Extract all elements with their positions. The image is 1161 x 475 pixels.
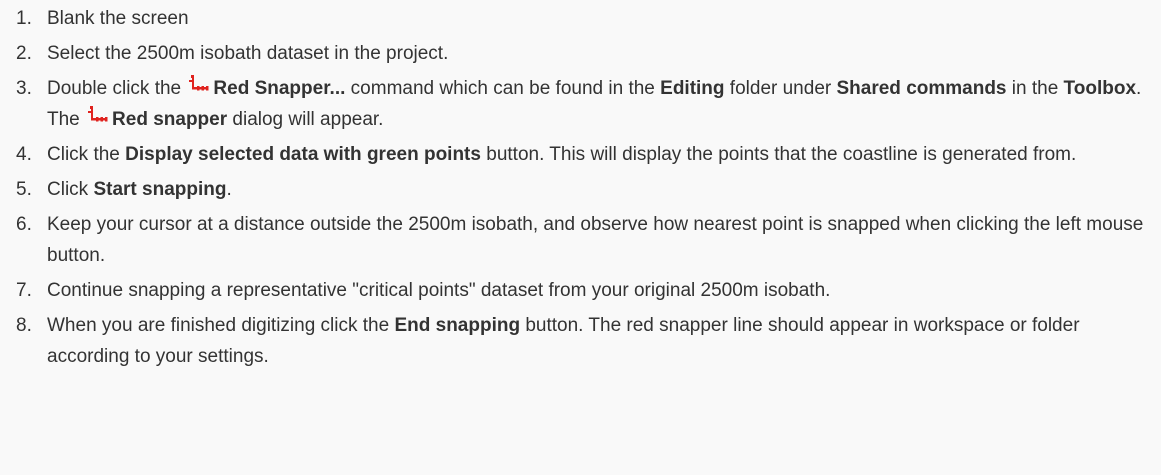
folder-name: Editing <box>660 78 725 99</box>
step-3: 3. Double click the Red Snapper... comma… <box>16 73 1156 135</box>
step-text: Click the Display selected data with gre… <box>47 139 1156 170</box>
step-number: 7. <box>16 280 32 301</box>
step-number: 2. <box>16 43 32 64</box>
step-8: 8. When you are finished digitizing clic… <box>16 310 1156 372</box>
text-segment: Click <box>47 179 94 200</box>
step-number: 3. <box>16 78 32 99</box>
step-text: Blank the screen <box>47 8 189 29</box>
step-text: Select the 2500m isobath dataset in the … <box>47 43 449 64</box>
dialog-name: Red snapper <box>112 109 228 130</box>
step-text: Double click the Red Snapper... command … <box>47 73 1156 135</box>
step-number: 4. <box>16 144 32 165</box>
step-number: 1. <box>16 8 32 29</box>
command-name: Red Snapper... <box>213 78 346 99</box>
step-text: Keep your cursor at a distance outside t… <box>47 214 1144 266</box>
text-segment: folder under <box>724 78 837 99</box>
button-name: Start snapping <box>93 179 227 200</box>
instruction-steps: 1. Blank the screen 2. Select the 2500m … <box>16 3 1156 376</box>
text-segment: dialog will appear. <box>227 109 384 130</box>
step-1: 1. Blank the screen <box>16 3 1156 34</box>
button-name: End snapping <box>394 315 521 336</box>
button-name: Display selected data with green points <box>125 144 481 165</box>
red-snapper-icon <box>189 75 209 91</box>
step-number: 5. <box>16 179 32 200</box>
text-segment: Double click the <box>47 78 187 99</box>
text-segment: . <box>226 179 232 200</box>
text-segment: button. This will display the points tha… <box>480 144 1077 165</box>
step-text: Continue snapping a representative "crit… <box>47 280 831 301</box>
text-segment: in the <box>1006 78 1064 99</box>
step-text: Click Start snapping. <box>47 174 1156 205</box>
panel-name: Toolbox <box>1063 78 1137 99</box>
step-2: 2. Select the 2500m isobath dataset in t… <box>16 38 1156 69</box>
step-text: When you are finished digitizing click t… <box>47 310 1156 372</box>
folder-name: Shared commands <box>836 78 1007 99</box>
step-number: 8. <box>16 315 32 336</box>
step-5: 5. Click Start snapping. <box>16 174 1156 205</box>
red-snapper-icon <box>88 106 108 122</box>
step-4: 4. Click the Display selected data with … <box>16 139 1156 170</box>
text-segment: command which can be found in the <box>345 78 661 99</box>
text-segment: Click the <box>47 144 126 165</box>
step-7: 7. Continue snapping a representative "c… <box>16 275 1156 306</box>
text-segment: When you are finished digitizing click t… <box>47 315 395 336</box>
step-number: 6. <box>16 214 32 235</box>
step-6: 6. Keep your cursor at a distance outsid… <box>16 209 1156 271</box>
